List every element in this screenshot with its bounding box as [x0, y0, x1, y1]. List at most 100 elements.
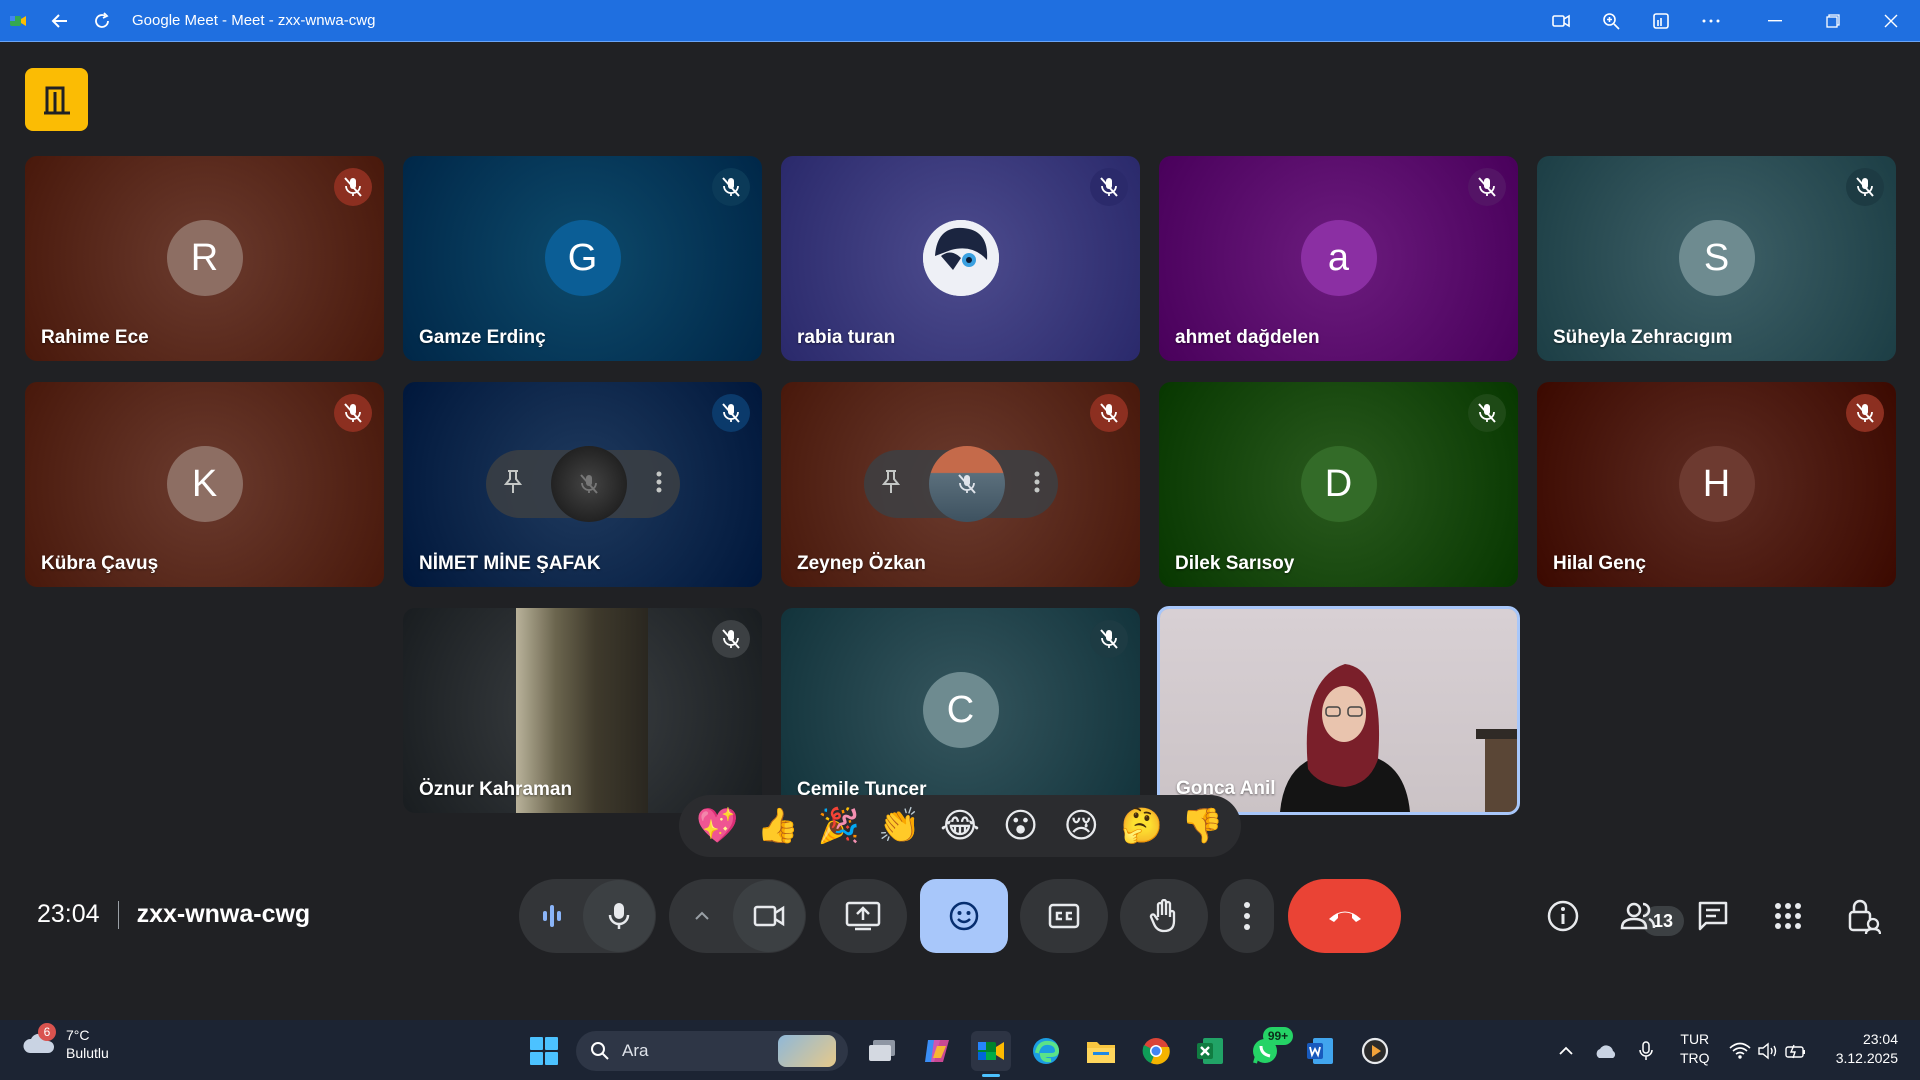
- clock[interactable]: 23:04 3.12.2025: [1830, 1030, 1898, 1068]
- tile-more-icon[interactable]: [1034, 471, 1040, 498]
- tile-more-icon[interactable]: [656, 471, 662, 498]
- participant-tile[interactable]: a ahmet dağdelen: [1159, 156, 1518, 361]
- participant-tile[interactable]: D Dilek Sarısoy: [1159, 382, 1518, 587]
- word-icon[interactable]: [1300, 1031, 1340, 1071]
- present-screen-button[interactable]: [819, 879, 907, 953]
- whatsapp-icon[interactable]: 99+: [1245, 1027, 1293, 1071]
- reaction-emoji[interactable]: 😢: [1058, 803, 1104, 849]
- chrome-icon[interactable]: [1136, 1031, 1176, 1071]
- taskbar-search[interactable]: Ara: [576, 1031, 848, 1071]
- whatsapp-badge: 99+: [1263, 1027, 1293, 1045]
- reaction-emoji[interactable]: 💖: [694, 803, 740, 849]
- reaction-emoji[interactable]: 🎉: [816, 803, 862, 849]
- restore-button[interactable]: [1804, 0, 1862, 42]
- language-bottom: TRQ: [1680, 1050, 1710, 1066]
- title-bar: Google Meet - Meet - zxx-wnwa-cwg: [0, 0, 1920, 42]
- chevron-up-icon[interactable]: [1546, 1031, 1586, 1071]
- language-top: TUR: [1680, 1031, 1710, 1047]
- participant-tile[interactable]: G Gamze Erdinç: [403, 156, 762, 361]
- mic-off-icon: [334, 394, 372, 432]
- cloud-icon: 6: [22, 1023, 56, 1059]
- mic-control-group: [519, 879, 656, 953]
- participant-name: Öznur Kahraman: [419, 779, 573, 800]
- participant-tile[interactable]: C Cemile Tuncer: [781, 608, 1140, 813]
- participant-name: Hilal Genç: [1553, 553, 1646, 574]
- cast-icon[interactable]: [1636, 0, 1686, 42]
- companion-mode-button[interactable]: [25, 68, 88, 131]
- participant-name: ahmet dağdelen: [1175, 327, 1320, 348]
- mic-off-icon: [712, 394, 750, 432]
- participant-tile[interactable]: rabia turan: [781, 156, 1140, 361]
- onedrive-icon[interactable]: [1586, 1031, 1626, 1071]
- reaction-emoji[interactable]: 😂: [937, 803, 983, 849]
- avatar: R: [166, 220, 243, 296]
- people-button[interactable]: [1610, 888, 1666, 944]
- participant-name: Gamze Erdinç: [419, 327, 546, 348]
- host-controls-button[interactable]: [1836, 888, 1892, 944]
- reactions-button[interactable]: [920, 879, 1008, 953]
- participant-name: rabia turan: [797, 327, 896, 348]
- mic-off-icon: [712, 620, 750, 658]
- media-player-icon[interactable]: [1355, 1031, 1395, 1071]
- microphone-tray-icon[interactable]: [1626, 1031, 1666, 1071]
- participant-tile[interactable]: K Kübra Çavuş: [25, 382, 384, 587]
- chevron-up-icon[interactable]: [671, 911, 733, 921]
- temperature: 7°C: [66, 1027, 90, 1043]
- participant-tile[interactable]: NİMET MİNE ŞAFAK: [403, 382, 762, 587]
- participant-tile[interactable]: Öznur Kahraman: [403, 608, 762, 813]
- more-options-button[interactable]: [1220, 879, 1274, 953]
- active-app-indicator: [982, 1074, 1000, 1077]
- google-meet-taskbar-icon[interactable]: [971, 1031, 1011, 1071]
- participant-tile[interactable]: S Süheyla Zehracıgım: [1537, 156, 1896, 361]
- participant-tile[interactable]: R Rahime Ece: [25, 156, 384, 361]
- chat-button[interactable]: [1685, 888, 1741, 944]
- microphone-button[interactable]: [582, 880, 655, 952]
- participant-name: NİMET MİNE ŞAFAK: [419, 553, 601, 574]
- file-explorer-icon[interactable]: [1081, 1031, 1121, 1071]
- participant-name: Rahime Ece: [41, 327, 149, 348]
- camera-status-icon[interactable]: [1536, 0, 1586, 42]
- close-button[interactable]: [1862, 0, 1920, 42]
- mic-off-icon: [1468, 168, 1506, 206]
- minimize-button[interactable]: [1746, 0, 1804, 42]
- search-highlight-image: [778, 1035, 836, 1067]
- meeting-info: 23:04 zxx-wnwa-cwg: [37, 900, 310, 929]
- more-options-icon[interactable]: [1686, 0, 1736, 42]
- avatar: G: [544, 220, 621, 296]
- pin-icon[interactable]: [881, 469, 900, 500]
- raise-hand-button[interactable]: [1120, 879, 1208, 953]
- reaction-emoji[interactable]: 👎: [1180, 803, 1226, 849]
- leave-call-button[interactable]: [1288, 879, 1401, 953]
- mic-off-icon: [1468, 394, 1506, 432]
- edge-icon[interactable]: [1026, 1031, 1066, 1071]
- start-button[interactable]: [524, 1031, 564, 1071]
- reaction-emoji[interactable]: 👏: [876, 803, 922, 849]
- excel-icon[interactable]: [1190, 1031, 1230, 1071]
- pin-icon[interactable]: [503, 469, 522, 500]
- battery-icon[interactable]: [1776, 1031, 1816, 1071]
- back-icon[interactable]: [50, 11, 70, 31]
- weather-widget[interactable]: 6 7°C Bulutlu: [22, 1023, 109, 1062]
- participant-name: Süheyla Zehracıgım: [1553, 327, 1733, 348]
- reaction-emoji[interactable]: 😮: [998, 803, 1044, 849]
- meeting-details-button[interactable]: [1535, 888, 1591, 944]
- participant-tile[interactable]: H Hilal Genç: [1537, 382, 1896, 587]
- participant-name: Dilek Sarısoy: [1175, 553, 1295, 574]
- reaction-emoji[interactable]: 👍: [755, 803, 801, 849]
- participant-tile[interactable]: Zeynep Özkan: [781, 382, 1140, 587]
- refresh-icon[interactable]: [92, 11, 112, 31]
- reaction-emoji[interactable]: 🤔: [1119, 803, 1165, 849]
- language-indicator[interactable]: TUR TRQ: [1680, 1030, 1710, 1068]
- copilot-icon[interactable]: [917, 1031, 957, 1071]
- mic-off-icon: [1090, 620, 1128, 658]
- zoom-icon[interactable]: [1586, 0, 1636, 42]
- camera-button[interactable]: [732, 880, 805, 952]
- clock-time: 23:04: [1862, 1031, 1898, 1047]
- avatar: K: [166, 446, 243, 522]
- weather-condition: Bulutlu: [66, 1045, 109, 1061]
- task-view-icon[interactable]: [862, 1031, 902, 1071]
- participant-tile[interactable]: Gonca Anil: [1157, 606, 1520, 815]
- reaction-bar: 💖 👍 🎉 👏 😂 😮 😢 🤔 👎: [679, 795, 1241, 857]
- activities-button[interactable]: [1760, 888, 1816, 944]
- captions-button[interactable]: [1020, 879, 1108, 953]
